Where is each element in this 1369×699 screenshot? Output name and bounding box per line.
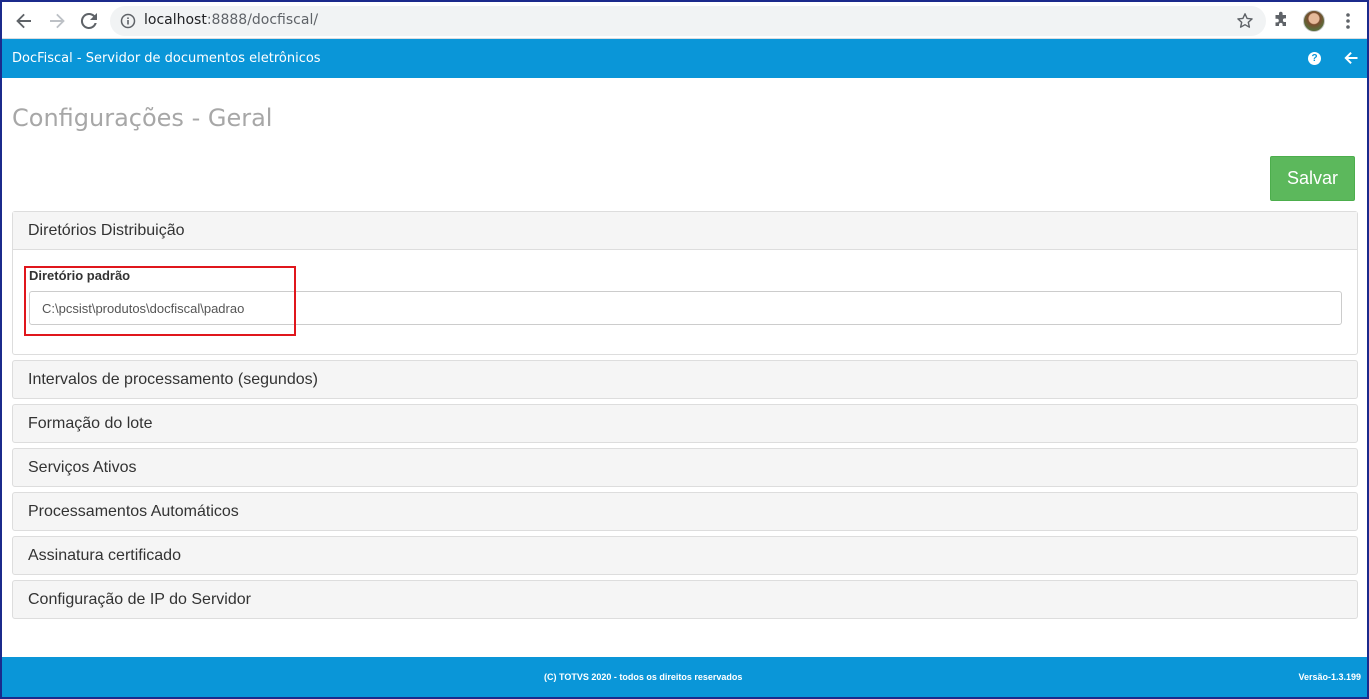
avatar[interactable] [1303,10,1325,32]
panel-title[interactable]: Processamentos Automáticos [28,503,239,521]
panel-processamentos-automaticos[interactable]: Processamentos Automáticos [12,492,1358,531]
url-path: :8888/docfiscal/ [206,12,319,28]
puzzle-icon[interactable] [1272,11,1292,31]
panel-intervalos-processamento[interactable]: Intervalos de processamento (segundos) [12,360,1358,399]
panel-title[interactable]: Assinatura certificado [28,547,181,565]
save-button[interactable]: Salvar [1270,156,1355,201]
footer-copyright: (C) TOTVS 2020 - todos os direitos reser… [544,672,743,682]
page-title: Configurações - Geral [12,104,273,132]
panel-configuracao-ip[interactable]: Configuração de IP do Servidor [12,580,1358,619]
highlight-box [24,266,296,336]
panel-title[interactable]: Formação do lote [28,415,153,433]
address-bar[interactable]: localhost:8888/docfiscal/ [110,6,1266,36]
panel-formacao-lote[interactable]: Formação do lote [12,404,1358,443]
help-icon[interactable]: ? [1308,52,1321,65]
panel-servicos-ativos[interactable]: Serviços Ativos [12,448,1358,487]
app-title: DocFiscal - Servidor de documentos eletr… [12,51,321,66]
forward-arrow-icon[interactable] [45,9,69,33]
panel-title[interactable]: Serviços Ativos [28,459,136,477]
back-icon[interactable] [1343,50,1359,66]
panel-title[interactable]: Configuração de IP do Servidor [28,591,251,609]
footer-version: Versão-1.3.199 [1298,672,1361,682]
info-icon[interactable] [120,13,136,29]
url-host: localhost [144,12,207,28]
browser-toolbar: localhost:8888/docfiscal/ [2,2,1367,39]
app-footer: (C) TOTVS 2020 - todos os direitos reser… [2,657,1367,697]
kebab-menu-icon[interactable] [1338,11,1358,31]
panel-header[interactable]: Diretórios Distribuição [13,212,1357,250]
star-icon[interactable] [1236,12,1254,30]
panel-assinatura-certificado[interactable]: Assinatura certificado [12,536,1358,575]
panel-title[interactable]: Diretórios Distribuição [28,222,185,240]
app-header: DocFiscal - Servidor de documentos eletr… [2,39,1367,78]
url-text: localhost:8888/docfiscal/ [144,12,318,28]
panel-title[interactable]: Intervalos de processamento (segundos) [28,371,318,389]
reload-icon[interactable] [77,9,101,33]
back-arrow-icon[interactable] [12,9,36,33]
